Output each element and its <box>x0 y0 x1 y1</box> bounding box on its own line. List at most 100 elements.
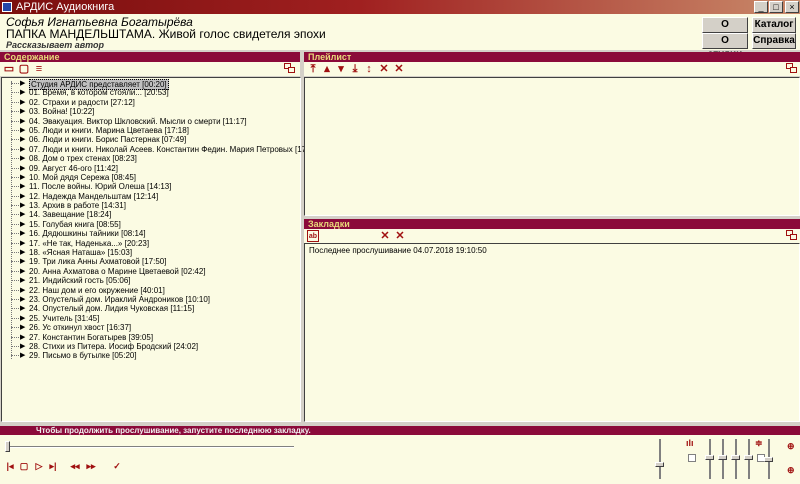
equalizer-band-thumb[interactable] <box>718 454 727 460</box>
about-studio-button[interactable]: О студии <box>702 33 748 60</box>
tree-item[interactable]: ▶ 11. После войны. Юрий Олеша [14:13] <box>3 182 299 191</box>
tree-item[interactable]: ▶ 05. Люди и книги. Марина Цветаева [17:1… <box>3 126 299 135</box>
play-marker-icon: ▶ <box>20 249 26 257</box>
contents-tree[interactable]: ▶ Студия АРДИС представляет [00:20] ▶ 01. В… <box>1 77 320 422</box>
tree-item[interactable]: ▶ 09. Август 46-ого [11:42] <box>3 164 299 173</box>
move-down-icon[interactable]: ▾ <box>335 63 347 75</box>
equalizer-band-thumb[interactable] <box>731 454 740 460</box>
pan-icon: ⊕ <box>787 465 795 475</box>
catalog-button[interactable]: Каталог <box>752 17 796 33</box>
seek-track[interactable] <box>6 446 294 448</box>
play-marker-icon: ▶ <box>20 202 26 210</box>
maximize-button[interactable]: □ <box>769 1 783 13</box>
bookmarks-list[interactable]: Последнее прослушивание 04.07.2018 19:10… <box>304 243 800 422</box>
fast-forward-icon[interactable]: ▸▸ <box>86 461 96 471</box>
tree-item[interactable]: ▶ 06. Люди и книги. Борис Пастернак [07:4… <box>3 135 299 144</box>
move-top-icon[interactable]: ⤒ <box>307 63 319 75</box>
help-button[interactable]: Справка <box>752 33 796 49</box>
tree-item[interactable]: ▶ 22. Наш дом и его окружение [40:01] <box>3 286 299 295</box>
tree-item[interactable]: ▶ 02. Страхи и радости [27:12] <box>3 98 299 107</box>
open-folder-icon[interactable]: ▭ <box>3 63 15 75</box>
tree-list-icon[interactable]: ≡ <box>33 63 45 75</box>
sort-icon[interactable]: ↕ <box>363 63 375 75</box>
add-bookmark-icon[interactable]: ab <box>307 230 319 242</box>
folder-icon[interactable]: ▢ <box>18 63 30 75</box>
tree-item[interactable]: ▶ 14. Завещание [18:24] <box>3 210 299 219</box>
delete-icon[interactable]: ✕ <box>378 63 390 75</box>
rewind-icon[interactable]: ◂◂ <box>70 461 80 471</box>
move-up-icon[interactable]: ▴ <box>321 63 333 75</box>
checkmark-icon[interactable]: ✓ <box>112 461 122 471</box>
player-controls: |◂ ▢ ▷ ▸| ◂◂ ▸▸ ✓ ılı ≑ ⊕ ⊕ <box>0 435 800 484</box>
equalizer-checkbox[interactable] <box>688 454 696 462</box>
next-icon[interactable]: ▸| <box>48 461 58 471</box>
tree-item[interactable]: ▶ 25. Учитель [31:45] <box>3 314 299 323</box>
tree-item[interactable]: ▶ 13. Архив в работе [14:31] <box>3 201 299 210</box>
tree-item-label: 19. Три лика Анны Ахматовой [17:50] <box>29 257 167 267</box>
volume-slider-thumb[interactable] <box>655 461 664 467</box>
play-marker-icon: ▶ <box>20 183 26 191</box>
tree-item[interactable]: ▶ 01. Время, в котором стояли... [20:53] <box>3 88 299 97</box>
seek-slider-thumb[interactable] <box>5 441 10 452</box>
tree-item[interactable]: ▶ 20. Анна Ахматова о Марине Цветаевой [0… <box>3 267 299 276</box>
delete-icon[interactable]: ✕ <box>379 230 391 242</box>
tree-item[interactable]: ▶ 21. Индийский гость [05:06] <box>3 276 299 285</box>
tree-item-label: 13. Архив в работе [14:31] <box>29 201 126 211</box>
tree-item-label: 10. Мой дядя Сережа [08:45] <box>29 172 136 182</box>
play-marker-icon: ▶ <box>20 324 26 332</box>
tree-item-label: 27. Константин Богатырев [39:05] <box>29 332 154 342</box>
tree-item[interactable]: ▶ 17. «Не так, Наденька...» [20:23] <box>3 239 299 248</box>
play-icon[interactable]: ▷ <box>34 461 44 471</box>
about-project-button[interactable]: О проекте <box>702 17 748 44</box>
tree-item[interactable]: ▶ 15. Голубая книга [08:55] <box>3 220 299 229</box>
tree-item[interactable]: ▶ 24. Опустелый дом. Лидия Чуковская [11:… <box>3 304 299 313</box>
move-bottom-icon[interactable]: ⤓ <box>349 63 361 75</box>
volume-slider-track[interactable] <box>659 439 661 479</box>
tree-item[interactable]: ▶ 18. «Ясная Наташа» [15:03] <box>3 248 299 257</box>
previous-icon[interactable]: |◂ <box>5 461 15 471</box>
delete-all-icon[interactable]: ✕ <box>393 63 405 75</box>
tree-item[interactable]: ▶ 12. Надежда Мандельштам [12:14] <box>3 192 299 201</box>
play-marker-icon: ▶ <box>20 117 26 125</box>
playlist-panel-header: Плейлист <box>304 52 800 62</box>
play-marker-icon: ▶ <box>20 136 26 144</box>
tree-item[interactable]: ▶ 08. Дом о трех стенах [08:23] <box>3 154 299 163</box>
tree-item-label: 09. Август 46-ого [11:42] <box>29 163 118 173</box>
tree-item[interactable]: ▶ 19. Три лика Анны Ахматовой [17:50] <box>3 257 299 266</box>
tree-item[interactable]: ▶ 10. Мой дядя Сережа [08:45] <box>3 173 299 182</box>
equalizer-band-thumb[interactable] <box>744 454 753 460</box>
play-marker-icon: ▶ <box>20 98 26 106</box>
balance-slider-thumb[interactable] <box>764 456 773 462</box>
tree-item[interactable]: ▶ 28. Стихи из Питера. Иосиф Бродский [24… <box>3 342 299 351</box>
tree-item[interactable]: ▶ 04. Эвакуация. Виктор Шкловский. Мысли … <box>3 117 299 126</box>
tree-item-label: 28. Стихи из Питера. Иосиф Бродский [24:… <box>29 341 199 351</box>
play-marker-icon: ▶ <box>20 211 26 219</box>
tree-item[interactable]: ▶ 16. Дядюшкины тайники [08:14] <box>3 229 299 238</box>
tree-item-label: 15. Голубая книга [08:55] <box>29 219 121 229</box>
window-titlebar[interactable]: АРДИС Аудиокнига _ □ × <box>0 0 800 14</box>
play-marker-icon: ▶ <box>20 295 26 303</box>
tree-item-label: 12. Надежда Мандельштам [12:14] <box>29 191 159 201</box>
minimize-button[interactable]: _ <box>754 1 768 13</box>
tree-item[interactable]: ▶ 23. Опустелый дом. Ираклий Андроников [… <box>3 295 299 304</box>
tree-item[interactable]: ▶ 29. Письмо в бутылке [05:20] <box>3 351 299 360</box>
restore-window-icon[interactable] <box>284 63 296 75</box>
tree-item[interactable]: ▶ 27. Константин Богатырев [39:05] <box>3 333 299 342</box>
tree-item[interactable]: ▶ 07. Люди и книги. Николай Асеев. Конста… <box>3 145 320 154</box>
tree-item[interactable]: ▶ 26. Ус откинул хвост [16:37] <box>3 323 299 332</box>
stop-icon[interactable]: ▢ <box>19 461 29 471</box>
close-button[interactable]: × <box>785 1 799 13</box>
tree-item[interactable]: ▶ 03. Война! [10:22] <box>3 107 299 116</box>
play-marker-icon: ▶ <box>20 220 26 228</box>
tree-item-label: 04. Эвакуация. Виктор Шкловский. Мысли о… <box>29 116 247 126</box>
play-marker-icon: ▶ <box>20 89 26 97</box>
equalizer-band-thumb[interactable] <box>705 454 714 460</box>
restore-window-icon[interactable] <box>786 230 798 242</box>
restore-window-icon[interactable] <box>786 63 798 75</box>
bookmark-item[interactable]: Последнее прослушивание 04.07.2018 19:10… <box>309 246 487 255</box>
tree-item[interactable]: ▶ Студия АРДИС представляет [00:20] <box>3 79 299 90</box>
playlist-list[interactable] <box>304 77 800 216</box>
delete-all-icon[interactable]: ✕ <box>394 230 406 242</box>
play-marker-icon: ▶ <box>20 267 26 275</box>
play-marker-icon: ▶ <box>20 333 26 341</box>
